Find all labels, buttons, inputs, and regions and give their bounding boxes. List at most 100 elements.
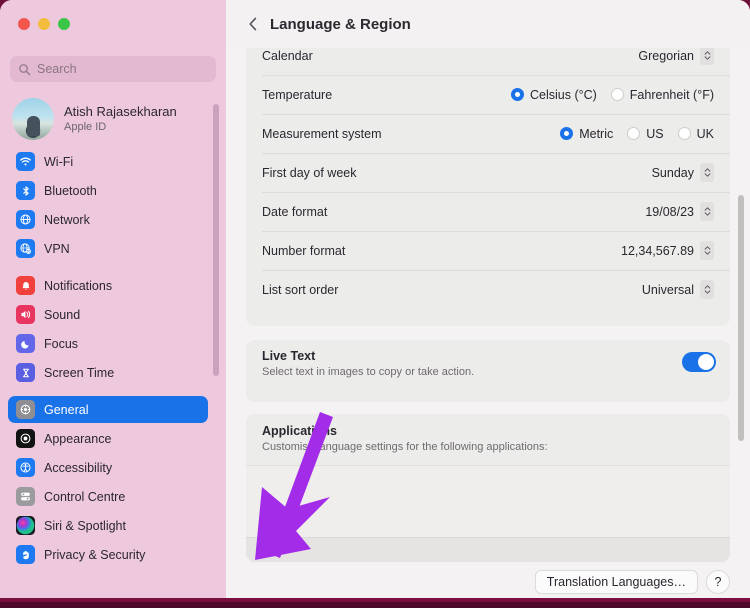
chevron-updown-icon <box>700 48 714 65</box>
sidebar-item-bluetooth[interactable]: Bluetooth <box>8 177 208 204</box>
sidebar-item-accessibility[interactable]: Accessibility <box>8 454 208 481</box>
sidebar-item-siri-spotlight[interactable]: Siri & Spotlight <box>8 512 208 539</box>
radio-indicator <box>611 88 624 101</box>
hand-icon <box>16 545 35 564</box>
chevron-left-icon <box>247 16 259 32</box>
radio-indicator <box>560 127 573 140</box>
speaker-icon <box>16 305 35 324</box>
first-day-popup-button[interactable]: Sunday <box>652 163 714 182</box>
sidebar-item-wifi[interactable]: Wi-Fi <box>8 148 208 175</box>
popup-value: 12,34,567.89 <box>621 244 694 258</box>
chevron-updown-icon <box>700 202 714 221</box>
row-label: Measurement system <box>262 127 381 141</box>
popup-value: Gregorian <box>638 49 694 63</box>
search-icon <box>18 63 31 76</box>
back-button[interactable] <box>242 13 264 35</box>
row-first-day-of-week[interactable]: First day of week Sunday <box>246 153 730 192</box>
sidebar-nav: Wi-Fi Bluetooth Network <box>8 148 208 578</box>
row-list-sort-order[interactable]: List sort order Universal <box>246 270 730 309</box>
desktop-edge <box>0 602 750 608</box>
sidebar-item-label: Bluetooth <box>44 184 97 198</box>
wifi-icon <box>16 152 35 171</box>
globe-icon <box>16 210 35 229</box>
sidebar-item-screen-time[interactable]: Screen Time <box>8 359 208 386</box>
sidebar-item-network[interactable]: Network <box>8 206 208 233</box>
maximize-button[interactable] <box>58 18 70 30</box>
row-calendar[interactable]: Calendar Gregorian <box>246 48 730 75</box>
translation-languages-button[interactable]: Translation Languages… <box>535 570 698 594</box>
bluetooth-icon <box>16 181 35 200</box>
radio-indicator <box>678 127 691 140</box>
sidebar-scrollbar[interactable] <box>213 104 219 376</box>
control-centre-icon <box>16 487 35 506</box>
radio-uk[interactable]: UK <box>678 127 714 141</box>
sidebar-item-privacy-security[interactable]: Privacy & Security <box>8 541 208 568</box>
live-text-toggle[interactable] <box>682 352 716 372</box>
system-settings-window: Search Atish Rajasekharan Apple ID Wi-Fi <box>0 0 750 600</box>
search-input[interactable]: Search <box>10 56 216 82</box>
sidebar-item-control-centre[interactable]: Control Centre <box>8 483 208 510</box>
hourglass-icon <box>16 363 35 382</box>
applications-list[interactable] <box>246 465 730 537</box>
chevron-updown-icon <box>700 163 714 182</box>
sidebar-item-label: Screen Time <box>44 366 114 380</box>
live-text-title: Live Text <box>262 349 714 363</box>
calendar-popup-button[interactable]: Gregorian <box>638 48 714 65</box>
close-button[interactable] <box>18 18 30 30</box>
radio-label: Metric <box>579 127 613 141</box>
sidebar-item-focus[interactable]: Focus <box>8 330 208 357</box>
main-scrollbar[interactable] <box>738 195 744 441</box>
search-placeholder: Search <box>37 62 77 76</box>
sidebar-item-label: Wi-Fi <box>44 155 73 169</box>
screenshot-root: Search Atish Rajasekharan Apple ID Wi-Fi <box>0 0 750 608</box>
avatar <box>12 98 54 140</box>
row-label: First day of week <box>262 166 356 180</box>
sidebar-item-general[interactable]: General <box>8 396 208 423</box>
main-titlebar: Language & Region <box>226 0 750 48</box>
add-application-button[interactable]: + <box>246 538 274 563</box>
sidebar-item-label: Focus <box>44 337 78 351</box>
sidebar-group-system: Notifications Sound Focus <box>8 272 208 386</box>
sidebar-item-vpn[interactable]: 50 VPN <box>8 235 208 262</box>
sidebar-item-notifications[interactable]: Notifications <box>8 272 208 299</box>
row-measurement-system: Measurement system Metric US <box>246 114 730 153</box>
row-number-format[interactable]: Number format 12,34,567.89 <box>246 231 730 270</box>
sidebar-item-label: Notifications <box>44 279 112 293</box>
popup-value: Sunday <box>652 166 694 180</box>
page-title: Language & Region <box>270 16 411 33</box>
radio-fahrenheit[interactable]: Fahrenheit (°F) <box>611 88 714 102</box>
sidebar-item-label: Network <box>44 213 90 227</box>
main-pane: Language & Region Calendar Gregorian <box>226 0 750 600</box>
vpn-icon: 50 <box>16 239 35 258</box>
account-name: Atish Rajasekharan <box>64 104 177 119</box>
radio-celsius[interactable]: Celsius (°C) <box>511 88 597 102</box>
apple-id-account-row[interactable]: Atish Rajasekharan Apple ID <box>12 95 212 143</box>
popup-value: Universal <box>642 283 694 297</box>
sidebar-item-label: Sound <box>44 308 80 322</box>
sidebar-item-label: Siri & Spotlight <box>44 519 126 533</box>
help-button[interactable]: ? <box>706 570 730 594</box>
remove-application-button[interactable]: − <box>275 538 303 563</box>
sidebar-group-connectivity: Wi-Fi Bluetooth Network <box>8 148 208 262</box>
radio-metric[interactable]: Metric <box>560 127 613 141</box>
minimize-button[interactable] <box>38 18 50 30</box>
sidebar-item-sound[interactable]: Sound <box>8 301 208 328</box>
live-text-subtitle: Select text in images to copy or take ac… <box>262 366 714 378</box>
sidebar-item-label: Accessibility <box>44 461 112 475</box>
live-text-card: Live Text Select text in images to copy … <box>246 340 730 402</box>
radio-us[interactable]: US <box>627 127 663 141</box>
date-format-popup-button[interactable]: 19/08/23 <box>645 202 714 221</box>
live-text-row: Live Text Select text in images to copy … <box>246 340 730 402</box>
appearance-icon <box>16 429 35 448</box>
row-date-format[interactable]: Date format 19/08/23 <box>246 192 730 231</box>
sidebar-item-label: General <box>44 403 88 417</box>
radio-indicator <box>627 127 640 140</box>
sidebar: Search Atish Rajasekharan Apple ID Wi-Fi <box>0 0 226 600</box>
sidebar-item-appearance[interactable]: Appearance <box>8 425 208 452</box>
row-label: Date format <box>262 205 327 219</box>
applications-title: Applications <box>262 424 714 438</box>
number-format-popup-button[interactable]: 12,34,567.89 <box>621 241 714 260</box>
row-label: Temperature <box>262 88 332 102</box>
list-sort-popup-button[interactable]: Universal <box>642 280 714 299</box>
settings-scroll-area: Calendar Gregorian Te <box>226 48 750 600</box>
